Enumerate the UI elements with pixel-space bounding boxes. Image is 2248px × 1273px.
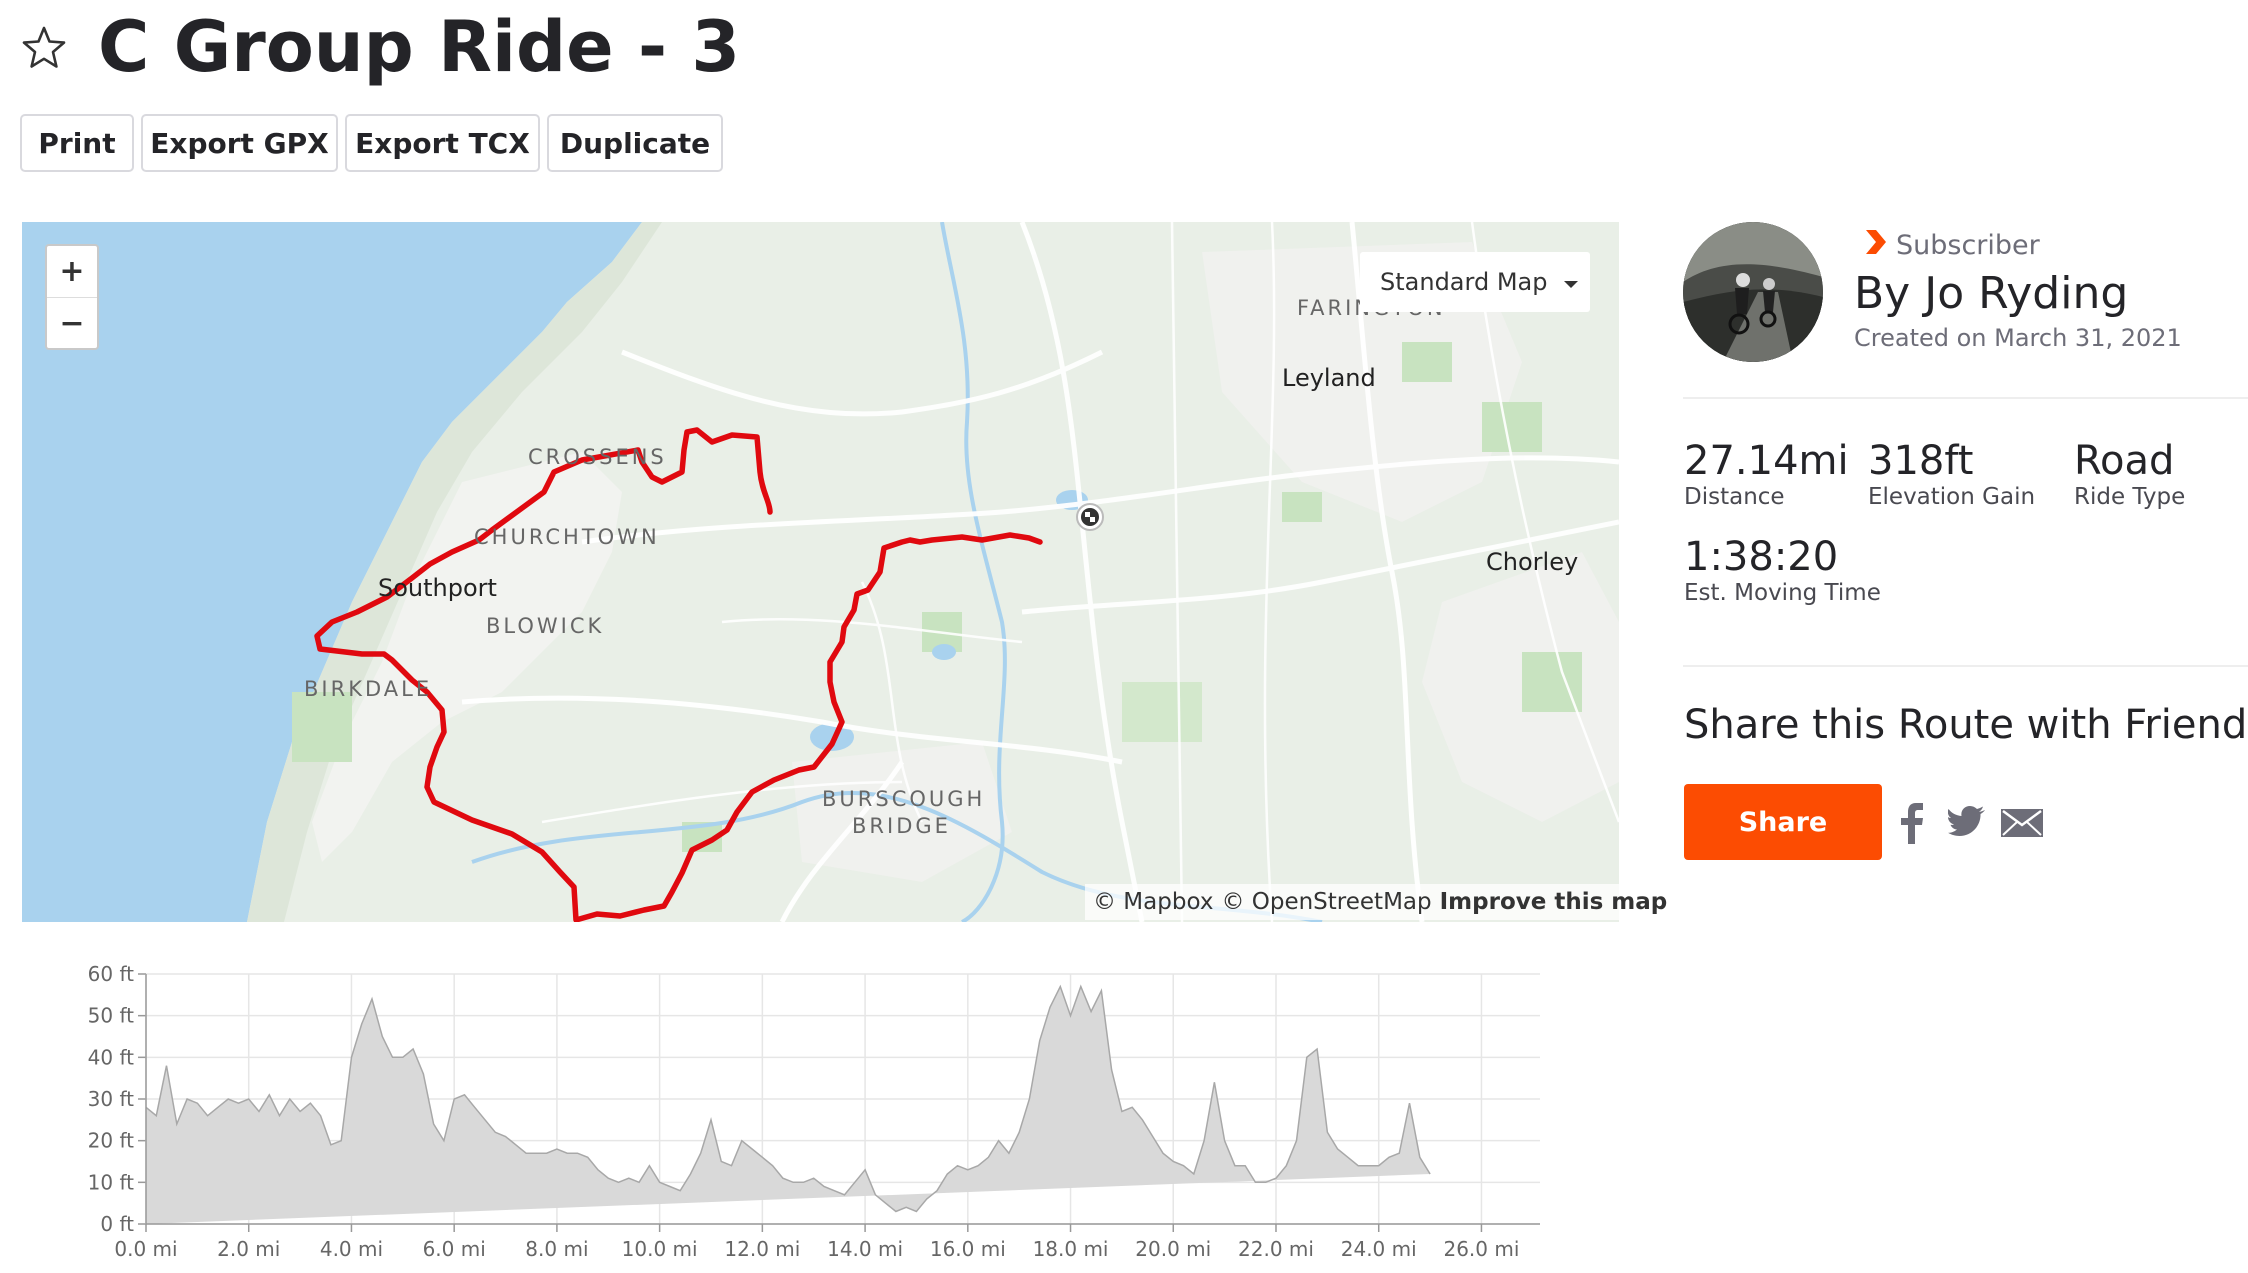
y-tick-label: 10 ft: [88, 1170, 134, 1194]
zoom-control: + −: [45, 244, 99, 350]
author-name[interactable]: By Jo Ryding: [1854, 268, 2128, 319]
map-label-churchtown: CHURCHTOWN: [474, 525, 660, 549]
map-label-bridge: BRIDGE: [852, 814, 951, 838]
x-tick-label: 2.0 mi: [217, 1237, 280, 1261]
print-button[interactable]: Print: [20, 114, 134, 172]
elevation-label: Elevation Gain: [1868, 484, 2036, 510]
map-label-southport: Southport: [378, 574, 497, 602]
map-label-burscough: BURSCOUGH: [822, 787, 986, 811]
caret-down-icon: [1563, 268, 1579, 296]
twitter-icon[interactable]: [1947, 806, 1986, 842]
map-label-leyland: Leyland: [1282, 364, 1376, 392]
elevation-chart-svg[interactable]: 0 ft 10 ft 20 ft 30 ft 40 ft 50 ft 60 ft 0.0 mi…: [60, 960, 1560, 1269]
x-tick-label: 0.0 mi: [114, 1237, 177, 1261]
y-tick-label: 40 ft: [88, 1045, 134, 1069]
ride-type-value: Road: [2074, 438, 2175, 484]
elevation-value: 318ft: [1868, 438, 1974, 484]
avatar[interactable]: [1683, 222, 1823, 362]
x-tick-label: 20.0 mi: [1135, 1237, 1211, 1261]
finish-marker-icon: [1076, 503, 1104, 531]
distance-label: Distance: [1684, 484, 1785, 510]
elevation-area: [146, 986, 1431, 1224]
facebook-icon[interactable]: [1900, 802, 1924, 848]
x-tick-label: 16.0 mi: [930, 1237, 1006, 1261]
subscriber-chevron-icon: [1862, 228, 1888, 263]
x-tick-label: 22.0 mi: [1238, 1237, 1314, 1261]
ride-type-label: Ride Type: [2074, 484, 2186, 510]
zoom-in-button[interactable]: +: [47, 246, 97, 298]
y-tick-label: 0 ft: [100, 1212, 134, 1236]
subscriber-badge: Subscriber: [1862, 228, 2040, 263]
x-tick-label: 26.0 mi: [1443, 1237, 1519, 1261]
created-date: Created on March 31, 2021: [1854, 324, 2182, 352]
attribution-mapbox-link[interactable]: © Mapbox: [1093, 889, 1213, 915]
map-label-blowick: BLOWICK: [486, 614, 605, 638]
y-tick-label: 60 ft: [88, 962, 134, 986]
x-tick-label: 14.0 mi: [827, 1237, 903, 1261]
route-map[interactable]: [22, 222, 1619, 922]
export-tcx-button[interactable]: Export TCX: [345, 114, 540, 172]
y-tick-label: 30 ft: [88, 1087, 134, 1111]
favorite-star-icon[interactable]: [20, 24, 68, 72]
moving-time-value: 1:38:20: [1684, 534, 1839, 580]
y-tick-label: 50 ft: [88, 1004, 134, 1028]
map-label-birkdale: BIRKDALE: [304, 677, 433, 701]
x-tick-label: 10.0 mi: [622, 1237, 698, 1261]
email-icon[interactable]: [2000, 808, 2044, 842]
share-title: Share this Route with Friends: [1684, 702, 2248, 748]
map-attribution: © Mapbox © OpenStreetMap Improve this ma…: [1085, 884, 1667, 920]
share-button[interactable]: Share: [1684, 784, 1882, 860]
export-gpx-button[interactable]: Export GPX: [141, 114, 338, 172]
x-tick-label: 12.0 mi: [724, 1237, 800, 1261]
x-tick-label: 24.0 mi: [1341, 1237, 1417, 1261]
elevation-chart[interactable]: 0 ft 10 ft 20 ft 30 ft 40 ft 50 ft 60 ft 0.0 mi…: [60, 960, 1560, 1269]
page-title: C Group Ride - 3: [98, 6, 741, 88]
map-label-chorley: Chorley: [1486, 548, 1579, 576]
attribution-osm-link[interactable]: © OpenStreetMap: [1221, 889, 1431, 915]
moving-time-label: Est. Moving Time: [1684, 580, 1881, 606]
x-tick-label: 8.0 mi: [525, 1237, 588, 1261]
duplicate-button[interactable]: Duplicate: [547, 114, 723, 172]
improve-map-link[interactable]: Improve this map: [1440, 889, 1668, 915]
zoom-out-button[interactable]: −: [47, 298, 97, 349]
x-tick-label: 18.0 mi: [1033, 1237, 1109, 1261]
divider: [1683, 665, 2248, 667]
map-label-crossens: CROSSENS: [528, 445, 667, 469]
distance-value: 27.14mi: [1684, 438, 1849, 484]
x-tick-label: 4.0 mi: [320, 1237, 383, 1261]
divider: [1683, 397, 2248, 399]
x-tick-label: 6.0 mi: [423, 1237, 486, 1261]
map-type-label: Standard Map: [1380, 268, 1548, 296]
map-canvas[interactable]: [22, 222, 1619, 922]
subscriber-label: Subscriber: [1896, 230, 2040, 261]
map-type-dropdown[interactable]: Standard Map: [1360, 252, 1590, 312]
y-tick-label: 20 ft: [88, 1129, 134, 1153]
